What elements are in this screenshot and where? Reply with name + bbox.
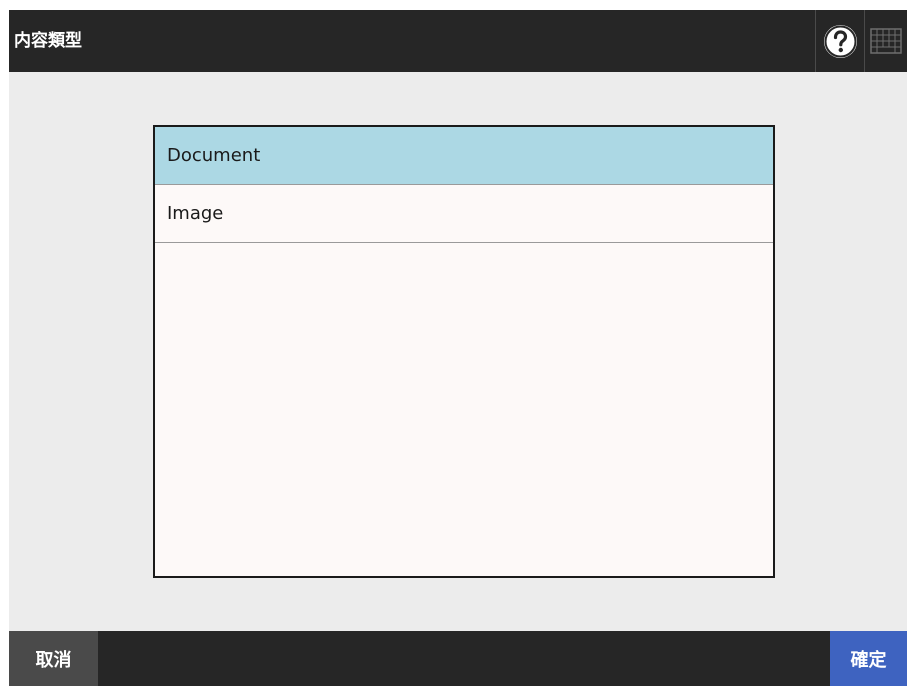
cancel-button[interactable]: 取消	[9, 631, 98, 686]
title-bar: 内容類型	[9, 10, 907, 72]
bottom-bar: 取消 確定	[9, 631, 907, 686]
page-title: 内容類型	[14, 31, 82, 51]
content-type-list[interactable]: Document Image	[153, 125, 775, 578]
help-button[interactable]	[815, 10, 864, 72]
question-mark-icon	[823, 24, 857, 58]
keyboard-icon	[870, 28, 902, 54]
ok-button[interactable]: 確定	[830, 631, 907, 686]
list-item-document[interactable]: Document	[155, 127, 773, 185]
list-item-image[interactable]: Image	[155, 185, 773, 243]
content-area: Document Image	[9, 72, 907, 631]
keyboard-button[interactable]	[864, 10, 907, 72]
